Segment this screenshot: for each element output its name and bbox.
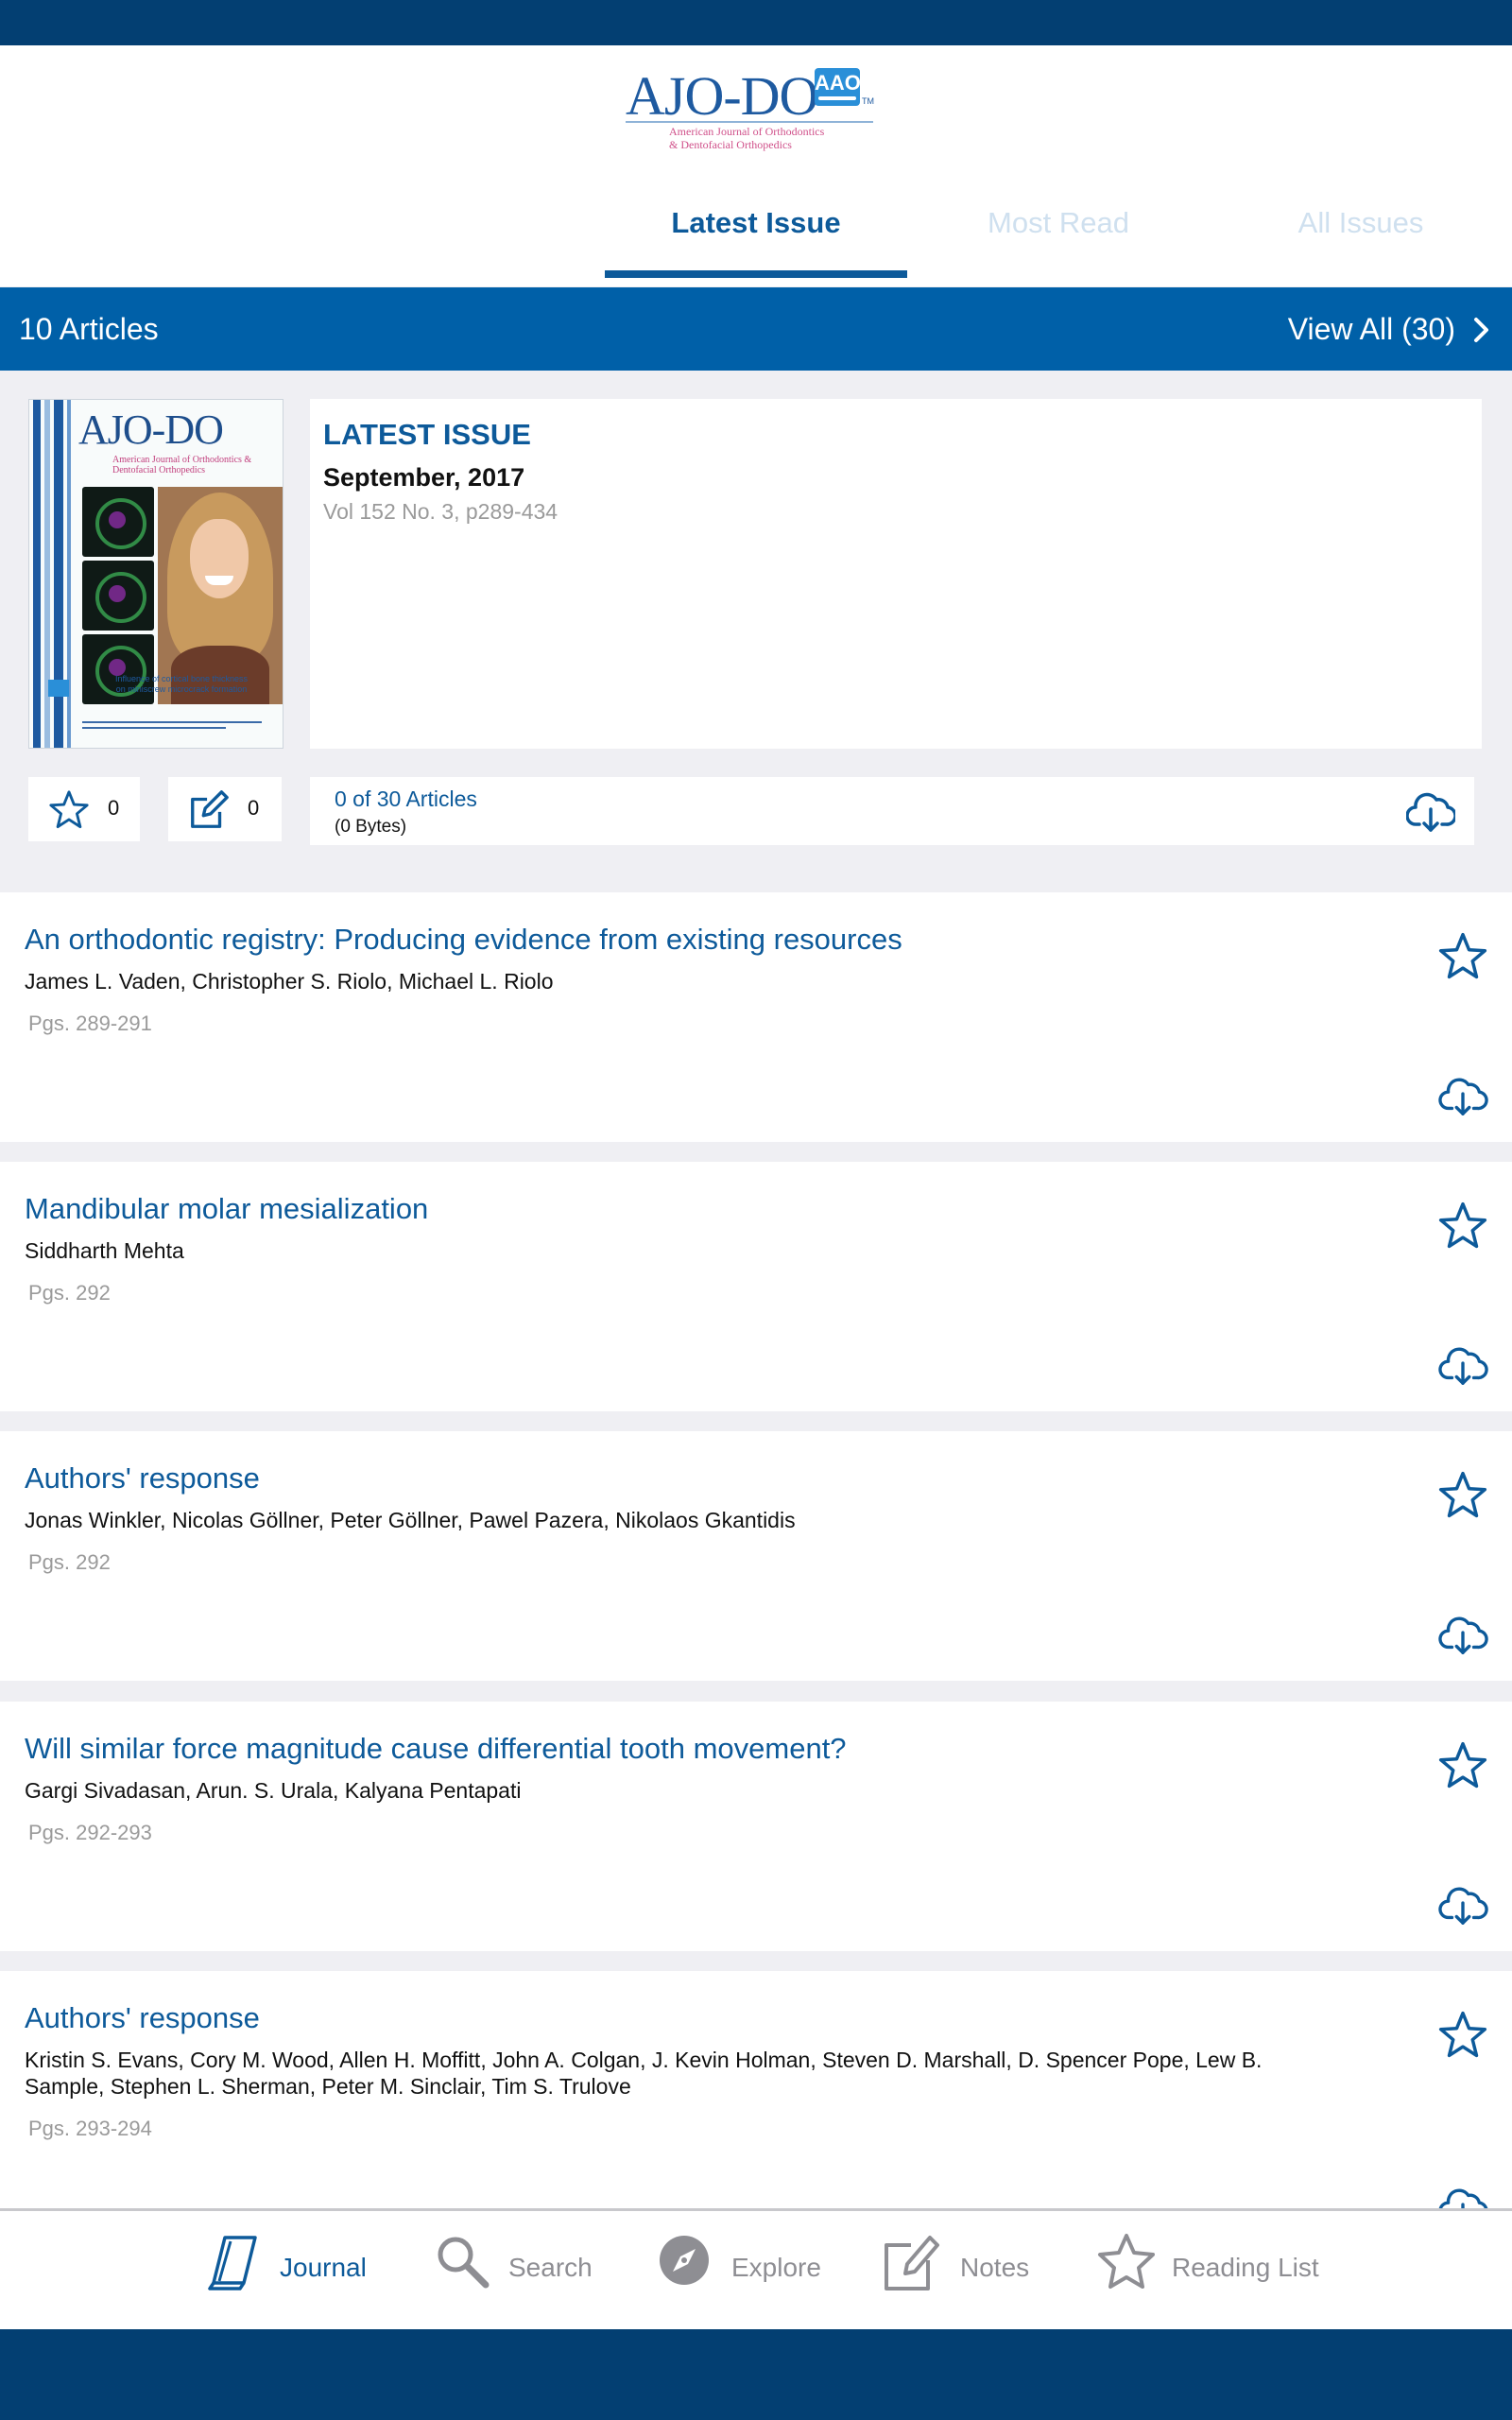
issue-download-card[interactable]: 0 of 30 Articles (0 Bytes) <box>310 777 1474 845</box>
note-icon <box>885 2236 939 2290</box>
tab-latest-issue[interactable]: Latest Issue <box>605 204 907 270</box>
nav-label: Reading List <box>1172 2253 1319 2282</box>
article-pages: Pgs. 292-293 <box>28 1821 152 1844</box>
cloud-download-icon[interactable] <box>1436 1072 1489 1119</box>
article-item[interactable]: An orthodontic registry: Producing evide… <box>0 892 1512 1142</box>
fine-print-line <box>82 727 226 729</box>
nav-notes[interactable]: Notes <box>883 2232 1043 2298</box>
articles-count: 10 Articles <box>19 312 159 346</box>
article-item[interactable]: Authors' response Jonas Winkler, Nicolas… <box>0 1431 1512 1681</box>
star-icon[interactable] <box>1436 1469 1489 1522</box>
article-title[interactable]: Authors' response <box>25 1461 260 1495</box>
nav-label: Explore <box>731 2253 821 2282</box>
cloud-download-icon[interactable] <box>1436 1881 1489 1928</box>
star-icon <box>1098 2234 1155 2289</box>
cover-title: AJO-DO <box>78 406 224 453</box>
notes-count-button[interactable]: 0 <box>168 777 282 841</box>
cover-aao-logo <box>48 680 69 697</box>
star-icon <box>49 790 89 829</box>
nav-label: Search <box>508 2253 593 2282</box>
journal-logo: AJO-DO AAO TM American Journal of Orthod… <box>626 64 875 151</box>
micrograph <box>82 487 154 557</box>
logo-wordmark: AJO-DO <box>626 65 818 127</box>
cover-stripe <box>33 400 41 748</box>
article-authors: Jonas Winkler, Nicolas Göllner, Peter Gö… <box>25 1508 796 1532</box>
article-pages: Pgs. 293-294 <box>28 2117 152 2140</box>
issue-date: September, 2017 <box>323 463 525 492</box>
nav-journal[interactable]: Journal <box>204 2232 374 2298</box>
tab-all-issues[interactable]: All Issues <box>1210 204 1512 270</box>
article-title[interactable]: Mandibular molar mesialization <box>25 1192 428 1226</box>
cloud-download-icon[interactable] <box>1436 1341 1489 1389</box>
nav-explore[interactable]: Explore <box>656 2232 826 2298</box>
active-tab-indicator <box>605 270 907 278</box>
star-icon[interactable] <box>1436 2009 1489 2062</box>
cover-subtitle: American Journal of Orthodontics & Dento… <box>112 455 252 475</box>
bottom-navigation: Journal Search Explore Notes Reading Lis… <box>0 2208 1512 2329</box>
status-bar <box>0 0 1512 45</box>
app-header: AJO-DO AAO TM American Journal of Orthod… <box>0 45 1512 286</box>
system-navigation-bar <box>0 2329 1512 2420</box>
article-item[interactable]: Authors' response Kristin S. Evans, Cory… <box>0 1971 1512 2226</box>
logo-trademark: TM <box>862 96 874 106</box>
nav-label: Notes <box>960 2253 1030 2282</box>
article-pages: Pgs. 292 <box>28 1281 111 1305</box>
article-item[interactable]: Will similar force magnitude cause diffe… <box>0 1702 1512 1951</box>
download-size: (0 Bytes) <box>335 817 407 837</box>
cloud-download-icon[interactable] <box>1406 786 1455 836</box>
issue-cover-image[interactable]: AJO-DO American Journal of Orthodontics … <box>28 399 284 749</box>
cover-caption: Influence of cortical bone thickness on … <box>114 674 249 694</box>
search-icon <box>438 2237 490 2289</box>
logo-rule <box>626 121 873 123</box>
compass-icon <box>660 2236 709 2285</box>
article-pages: Pgs. 292 <box>28 1550 111 1574</box>
edit-note-icon <box>191 790 229 828</box>
micrograph <box>82 561 154 631</box>
cloud-download-icon[interactable] <box>1436 1611 1489 1658</box>
aao-badge: AAO <box>815 68 861 106</box>
notes-count: 0 <box>248 796 260 820</box>
portrait-face <box>190 519 249 598</box>
logo-subtitle-line1: American Journal of Orthodontics <box>669 125 825 138</box>
fine-print-line <box>82 721 262 723</box>
article-authors: Siddharth Mehta <box>25 1238 184 1263</box>
download-status: 0 of 30 Articles <box>335 786 477 811</box>
article-title[interactable]: An orthodontic registry: Producing evide… <box>25 923 902 957</box>
view-all-button[interactable]: View All (30) <box>1288 312 1455 347</box>
article-item[interactable]: Mandibular molar mesialization Siddharth… <box>0 1162 1512 1411</box>
star-icon[interactable] <box>1436 930 1489 983</box>
star-icon[interactable] <box>1436 1200 1489 1253</box>
chevron-right-icon[interactable] <box>1467 316 1495 344</box>
nav-search[interactable]: Search <box>433 2232 593 2298</box>
article-authors: James L. Vaden, Christopher S. Riolo, Mi… <box>25 969 554 994</box>
article-title[interactable]: Will similar force magnitude cause diffe… <box>25 1732 847 1766</box>
favorites-count: 0 <box>108 796 120 820</box>
favorites-count-button[interactable]: 0 <box>28 777 140 841</box>
journal-icon <box>208 2236 257 2290</box>
logo-subtitle-line2: & Dentofacial Orthopedics <box>669 138 792 151</box>
article-authors: Kristin S. Evans, Cory M. Wood, Allen H.… <box>25 2048 1263 2099</box>
issue-label: LATEST ISSUE <box>323 418 531 451</box>
articles-bar: 10 Articles View All (30) <box>0 287 1512 371</box>
issue-info-card[interactable]: LATEST ISSUE September, 2017 Vol 152 No.… <box>310 399 1482 749</box>
nav-reading-list[interactable]: Reading List <box>1096 2232 1323 2298</box>
article-pages: Pgs. 289-291 <box>28 1011 152 1035</box>
article-authors: Gargi Sivadasan, Arun. S. Urala, Kalyana… <box>25 1778 522 1803</box>
tab-most-read[interactable]: Most Read <box>907 204 1210 270</box>
star-icon[interactable] <box>1436 1739 1489 1792</box>
nav-label: Journal <box>280 2253 367 2282</box>
issue-volume: Vol 152 No. 3, p289-434 <box>323 499 558 524</box>
cover-fine-print <box>82 721 262 740</box>
article-title[interactable]: Authors' response <box>25 2001 260 2035</box>
cover-portrait <box>158 487 283 704</box>
